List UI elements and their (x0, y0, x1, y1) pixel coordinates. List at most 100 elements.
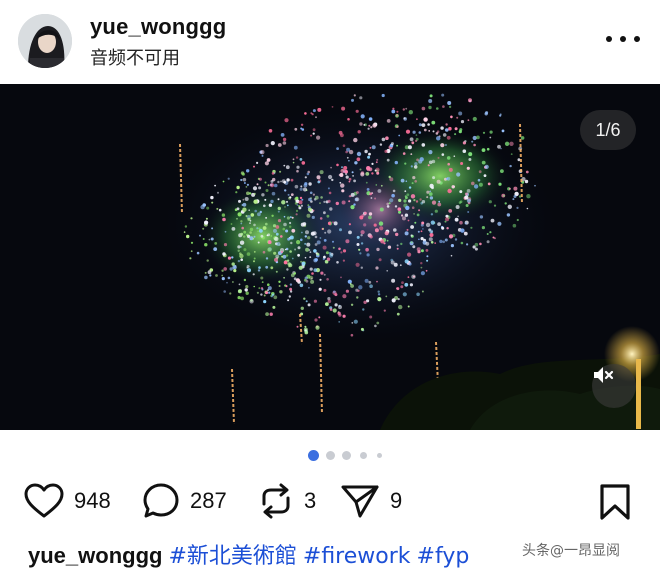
firework-spark (245, 215, 248, 217)
firework-spark (379, 143, 383, 146)
firework-spark (386, 239, 389, 242)
firework-spark (431, 120, 436, 125)
comment-button[interactable]: 287 (142, 478, 227, 524)
firework-spark (487, 182, 491, 186)
firework-spark (236, 207, 240, 211)
firework-spark (425, 241, 430, 246)
firework-spark (430, 213, 434, 216)
firework-spark (421, 106, 426, 111)
firework-spark (413, 165, 418, 169)
bookmark-button[interactable] (598, 484, 632, 525)
firework-spark (512, 198, 515, 201)
firework-spark (391, 193, 395, 198)
firework-spark (350, 192, 355, 197)
firework-spark (394, 205, 398, 208)
firework-spark (285, 165, 290, 170)
firework-spark (481, 148, 486, 152)
firework-spark (474, 247, 478, 251)
firework-spark (304, 329, 307, 332)
carousel-dot-active (308, 450, 319, 461)
firework-spark (311, 272, 314, 275)
firework-spark (265, 143, 269, 148)
firework-spark (406, 228, 409, 231)
firework-spark (229, 267, 233, 271)
firework-spark (445, 217, 450, 222)
firework-spark (216, 207, 219, 210)
share-count: 9 (390, 488, 403, 513)
hashtag-link[interactable]: #新北美術館 (168, 544, 296, 568)
volume-muted-icon[interactable] (592, 364, 636, 408)
firework-spark (314, 243, 318, 246)
firework-spark (289, 287, 293, 291)
firework-spark (524, 179, 529, 184)
watermark: 头条@一昂显阅 (522, 543, 620, 559)
like-button[interactable]: 948 (24, 478, 111, 524)
hashtag-link[interactable]: #firework (303, 544, 411, 568)
firework-spark (423, 117, 428, 122)
firework-spark (286, 178, 290, 182)
firework-spark (314, 258, 318, 262)
carousel-indicator (0, 448, 660, 462)
firework-spark (376, 321, 380, 325)
hashtag-link[interactable]: #fyp (417, 544, 470, 568)
firework-spark (468, 152, 473, 157)
firework-spark (309, 256, 312, 258)
firework-spark (316, 175, 321, 180)
firework-spark (372, 123, 377, 128)
comment-icon (143, 483, 179, 518)
firework-spark (489, 136, 492, 139)
firework-spark (468, 98, 472, 103)
firework-spark (359, 122, 363, 126)
avatar[interactable] (18, 14, 72, 68)
firework-spark (273, 295, 278, 300)
firework-spark (348, 223, 351, 226)
firework-spark (183, 231, 186, 233)
repost-button[interactable]: 3 (258, 478, 316, 524)
firework-spark (349, 283, 352, 285)
firework-spark (428, 130, 431, 132)
share-button[interactable]: 9 (340, 478, 402, 524)
firework-spark (294, 184, 299, 189)
post-media[interactable]: 1/6 (0, 84, 660, 430)
firework-spark (427, 164, 430, 167)
firework-spark (366, 166, 371, 171)
firework-spark (286, 268, 289, 271)
firework-spark (384, 149, 388, 153)
firework-spark (502, 194, 505, 197)
firework-spark (400, 242, 403, 246)
firework-spark (411, 274, 416, 279)
firework-spark (260, 293, 263, 296)
firework-spark (488, 200, 492, 204)
caption-username[interactable]: yue_wonggg (28, 543, 162, 568)
firework-spark (287, 237, 290, 241)
firework-spark (466, 166, 470, 170)
firework-spark (460, 228, 465, 233)
more-options-icon[interactable] (606, 28, 640, 50)
firework-spark (360, 114, 365, 119)
firework-spark (486, 233, 489, 235)
firework-spark (334, 303, 338, 307)
firework-spark (386, 158, 390, 162)
post-username[interactable]: yue_wonggg (90, 14, 226, 40)
firework-spark (268, 129, 273, 133)
firework-spark (221, 213, 226, 217)
firework-spark (473, 184, 479, 189)
firework-spark (402, 216, 406, 221)
firework-spark (348, 180, 351, 183)
firework-spark (404, 195, 407, 198)
firework-spark (364, 278, 369, 283)
firework-spark (304, 235, 307, 238)
firework-spark (325, 302, 329, 306)
firework-spark (324, 231, 327, 234)
firework-spark (248, 192, 252, 195)
firework-spark (248, 209, 250, 211)
firework-spark (221, 274, 224, 277)
firework-spark (282, 141, 287, 145)
firework-spark (460, 241, 464, 245)
firework-spark (447, 188, 452, 194)
firework-spark (331, 106, 334, 108)
firework-spark (369, 192, 372, 196)
firework-spark (310, 231, 315, 236)
firework-spark (446, 227, 449, 230)
firework-spark (448, 105, 452, 109)
